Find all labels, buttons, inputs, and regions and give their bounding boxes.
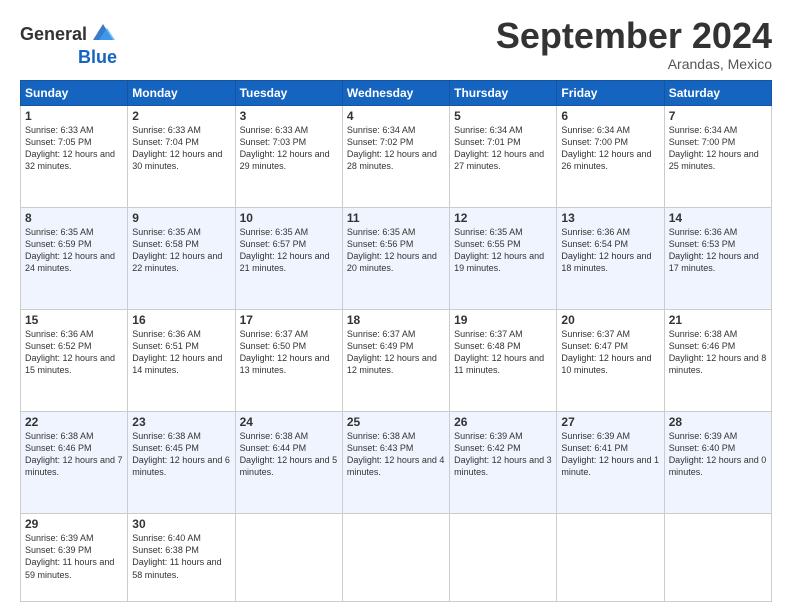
table-row: 29 Sunrise: 6:39 AMSunset: 6:39 PMDaylig…: [21, 514, 772, 602]
table-row: 1 Sunrise: 6:33 AMSunset: 7:05 PMDayligh…: [21, 105, 772, 207]
table-row: 22 Sunrise: 6:38 AMSunset: 6:46 PMDaylig…: [21, 411, 772, 513]
cell-24: 24 Sunrise: 6:38 AMSunset: 6:44 PMDaylig…: [235, 411, 342, 513]
cell-7: 7 Sunrise: 6:34 AMSunset: 7:00 PMDayligh…: [664, 105, 771, 207]
cell-28: 28 Sunrise: 6:39 AMSunset: 6:40 PMDaylig…: [664, 411, 771, 513]
cell-2: 2 Sunrise: 6:33 AMSunset: 7:04 PMDayligh…: [128, 105, 235, 207]
cell-6: 6 Sunrise: 6:34 AMSunset: 7:00 PMDayligh…: [557, 105, 664, 207]
cell-empty-2: [342, 514, 449, 602]
cell-30: 30 Sunrise: 6:40 AMSunset: 6:38 PMDaylig…: [128, 514, 235, 602]
cell-3: 3 Sunrise: 6:33 AMSunset: 7:03 PMDayligh…: [235, 105, 342, 207]
cell-25: 25 Sunrise: 6:38 AMSunset: 6:43 PMDaylig…: [342, 411, 449, 513]
cell-22: 22 Sunrise: 6:38 AMSunset: 6:46 PMDaylig…: [21, 411, 128, 513]
title-block: September 2024 Arandas, Mexico: [496, 16, 772, 72]
header-row: Sunday Monday Tuesday Wednesday Thursday…: [21, 80, 772, 105]
cell-10: 10 Sunrise: 6:35 AMSunset: 6:57 PMDaylig…: [235, 207, 342, 309]
location: Arandas, Mexico: [496, 56, 772, 72]
cell-8: 8 Sunrise: 6:35 AMSunset: 6:59 PMDayligh…: [21, 207, 128, 309]
cell-17: 17 Sunrise: 6:37 AMSunset: 6:50 PMDaylig…: [235, 309, 342, 411]
cell-empty-4: [557, 514, 664, 602]
cell-26: 26 Sunrise: 6:39 AMSunset: 6:42 PMDaylig…: [450, 411, 557, 513]
cell-27: 27 Sunrise: 6:39 AMSunset: 6:41 PMDaylig…: [557, 411, 664, 513]
cell-13: 13 Sunrise: 6:36 AMSunset: 6:54 PMDaylig…: [557, 207, 664, 309]
cell-20: 20 Sunrise: 6:37 AMSunset: 6:47 PMDaylig…: [557, 309, 664, 411]
col-monday: Monday: [128, 80, 235, 105]
calendar-table: Sunday Monday Tuesday Wednesday Thursday…: [20, 80, 772, 602]
cell-23: 23 Sunrise: 6:38 AMSunset: 6:45 PMDaylig…: [128, 411, 235, 513]
logo-text-blue: Blue: [78, 48, 117, 66]
cell-empty-3: [450, 514, 557, 602]
table-row: 8 Sunrise: 6:35 AMSunset: 6:59 PMDayligh…: [21, 207, 772, 309]
table-row: 15 Sunrise: 6:36 AMSunset: 6:52 PMDaylig…: [21, 309, 772, 411]
cell-15: 15 Sunrise: 6:36 AMSunset: 6:52 PMDaylig…: [21, 309, 128, 411]
col-thursday: Thursday: [450, 80, 557, 105]
col-friday: Friday: [557, 80, 664, 105]
cell-empty-5: [664, 514, 771, 602]
cell-14: 14 Sunrise: 6:36 AMSunset: 6:53 PMDaylig…: [664, 207, 771, 309]
header: General Blue September 2024 Arandas, Mex…: [20, 16, 772, 72]
cell-5: 5 Sunrise: 6:34 AMSunset: 7:01 PMDayligh…: [450, 105, 557, 207]
logo: General Blue: [20, 20, 117, 66]
month-title: September 2024: [496, 16, 772, 56]
logo-icon: [89, 18, 117, 46]
cell-29: 29 Sunrise: 6:39 AMSunset: 6:39 PMDaylig…: [21, 514, 128, 602]
col-sunday: Sunday: [21, 80, 128, 105]
logo-text-general: General: [20, 25, 87, 43]
cell-12: 12 Sunrise: 6:35 AMSunset: 6:55 PMDaylig…: [450, 207, 557, 309]
col-tuesday: Tuesday: [235, 80, 342, 105]
cell-1: 1 Sunrise: 6:33 AMSunset: 7:05 PMDayligh…: [21, 105, 128, 207]
cell-18: 18 Sunrise: 6:37 AMSunset: 6:49 PMDaylig…: [342, 309, 449, 411]
cell-16: 16 Sunrise: 6:36 AMSunset: 6:51 PMDaylig…: [128, 309, 235, 411]
col-wednesday: Wednesday: [342, 80, 449, 105]
col-saturday: Saturday: [664, 80, 771, 105]
cell-empty-1: [235, 514, 342, 602]
cell-19: 19 Sunrise: 6:37 AMSunset: 6:48 PMDaylig…: [450, 309, 557, 411]
page: General Blue September 2024 Arandas, Mex…: [0, 0, 792, 612]
cell-21: 21 Sunrise: 6:38 AMSunset: 6:46 PMDaylig…: [664, 309, 771, 411]
cell-11: 11 Sunrise: 6:35 AMSunset: 6:56 PMDaylig…: [342, 207, 449, 309]
cell-4: 4 Sunrise: 6:34 AMSunset: 7:02 PMDayligh…: [342, 105, 449, 207]
cell-9: 9 Sunrise: 6:35 AMSunset: 6:58 PMDayligh…: [128, 207, 235, 309]
